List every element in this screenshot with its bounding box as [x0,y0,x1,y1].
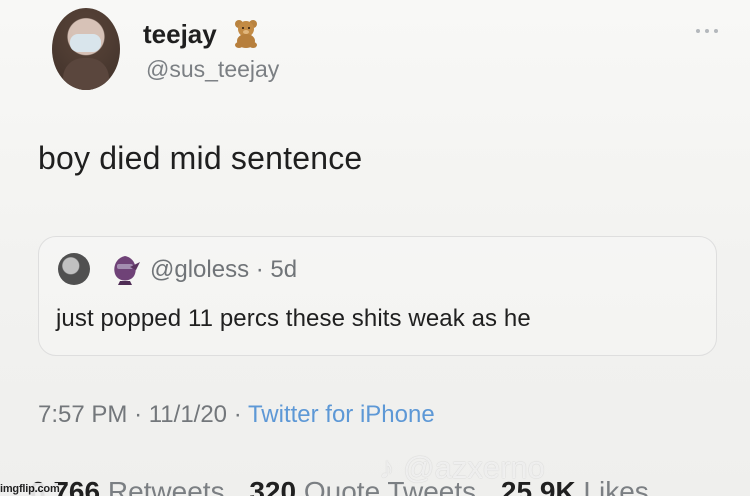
tweet-time: 7:57 PM [38,401,128,428]
profile-avatar[interactable] [52,8,120,90]
timestamp-separator-2: · [233,401,242,428]
likes-count[interactable]: 25.9K [501,476,576,496]
quote-tweets-label[interactable]: Quote Tweets [304,476,476,496]
display-name[interactable]: teejay [143,19,217,50]
retweets-label[interactable]: Retweets [108,476,225,496]
tweet-date: 11/1/20 [148,401,228,428]
timestamp-separator-1: · [134,401,143,428]
quoted-tweet-meta[interactable]: @gloless · 5d [150,256,297,284]
user-handle[interactable]: @sus_teejay [146,56,279,83]
teddy-bear-icon [235,20,257,48]
quoted-tweet-text: just popped 11 percs these shits weak as… [56,305,531,332]
tweet-text: boy died mid sentence [38,140,363,176]
quoted-tweet-card[interactable]: @gloless · 5d just popped 11 percs these… [38,236,717,356]
ninja-icon [114,256,140,285]
tweet-client-link[interactable]: Twitter for iPhone [248,401,435,428]
tweet-screenshot: teejay @sus_teejay boy died mid sentence… [0,0,750,496]
imgflip-watermark: imgflip.com [0,483,60,496]
tweet-timestamp: 7:57 PM · 11/1/20 · Twitter for iPhone [38,401,435,429]
more-icon[interactable] [692,25,722,37]
tweet-stats: 6,766 Retweets 320 Quote Tweets 25.9K Li… [30,476,666,496]
quoted-user-avatar[interactable] [58,253,90,285]
quote-tweets-count[interactable]: 320 [249,476,296,496]
likes-label[interactable]: Likes [583,476,648,496]
